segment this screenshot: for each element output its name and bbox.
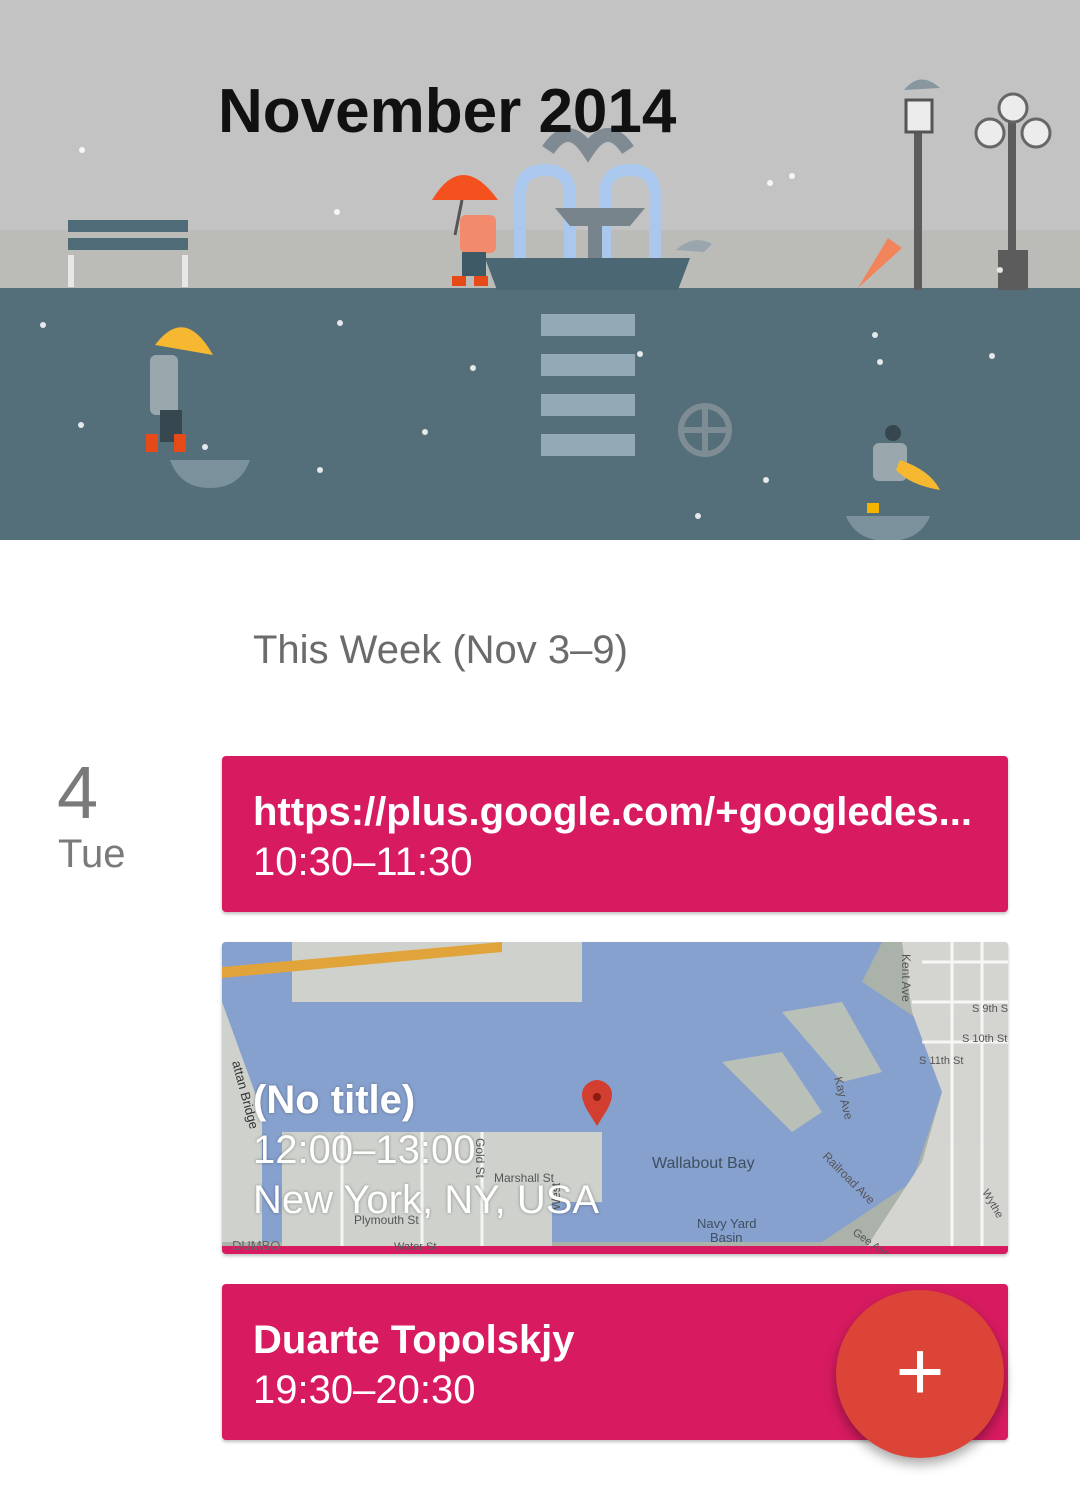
plus-icon: + bbox=[895, 1324, 945, 1418]
event-location: New York, NY, USA bbox=[253, 1178, 600, 1222]
map-label-dumbo: DUMBO bbox=[232, 1238, 280, 1253]
event-time: 10:30–11:30 bbox=[253, 840, 473, 884]
event-card-map[interactable]: Wallabout Bay Navy Yard Basin Marshall S… bbox=[222, 942, 1008, 1254]
week-section-header: This Week (Nov 3–9) bbox=[253, 628, 628, 672]
map-label-s10: S 10th St bbox=[962, 1033, 1007, 1045]
event-title: Duarte Topolskjy bbox=[253, 1318, 575, 1362]
event-title: (No title) bbox=[253, 1078, 416, 1122]
map-label-water: Water St bbox=[394, 1241, 436, 1253]
event-card[interactable]: https://plus.google.com/+googledes... 10… bbox=[222, 756, 1008, 912]
add-event-button[interactable]: + bbox=[836, 1290, 1004, 1458]
event-time: 19:30–20:30 bbox=[253, 1368, 476, 1412]
day-name: Tue bbox=[58, 832, 126, 876]
map-label-s9: S 9th St bbox=[972, 1003, 1008, 1015]
event-time: 12:00–13:00 bbox=[253, 1128, 476, 1172]
map-label-wallabout: Wallabout Bay bbox=[652, 1155, 755, 1172]
map-label-s11: S 11th St bbox=[919, 1055, 963, 1067]
map-label-basin: Basin bbox=[710, 1230, 743, 1245]
month-header: November 2014 bbox=[0, 0, 1080, 540]
map-label-kent: Kent Ave bbox=[899, 954, 913, 1002]
map-label-navy-yard: Navy Yard bbox=[697, 1216, 757, 1231]
month-title: November 2014 bbox=[218, 77, 677, 146]
event-title: https://plus.google.com/+googledes... bbox=[253, 790, 972, 834]
day-number: 4 bbox=[57, 751, 99, 834]
